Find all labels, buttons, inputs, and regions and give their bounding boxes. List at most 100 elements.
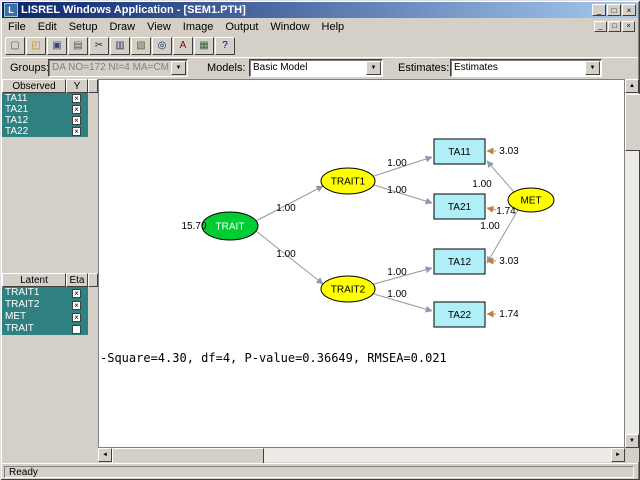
- y-checkbox[interactable]: ×: [72, 94, 81, 103]
- models-dropdown-arrow-icon[interactable]: ▼: [366, 61, 381, 75]
- coefficient-label-trait1-to-ta11: 1.00: [387, 158, 407, 169]
- eta-checkbox[interactable]: [72, 325, 81, 334]
- model-selector-row: Groups: DA NO=172 NI=4 MA=CM ▼ Models: B…: [2, 58, 638, 79]
- path-diagram: TRAITTRAIT1TRAIT2METTA11TA21TA12TA221.00…: [99, 80, 624, 447]
- coefficient-label-trait2-to-ta22: 1.00: [387, 289, 407, 300]
- models-dropdown[interactable]: Basic Model ▼: [249, 59, 383, 77]
- scroll-down-icon[interactable]: ▼: [625, 434, 639, 448]
- latent-row-trait2[interactable]: TRAIT2 ×: [2, 299, 88, 311]
- node-label-MET: MET: [520, 196, 541, 207]
- menu-draw[interactable]: Draw: [103, 20, 141, 34]
- options-icon[interactable]: ▦: [194, 37, 214, 55]
- open-file-icon[interactable]: ◰: [26, 37, 46, 55]
- latent-row-met[interactable]: MET ×: [2, 311, 88, 323]
- mdi-restore-button[interactable]: □: [608, 21, 621, 32]
- observed-row-ta21[interactable]: TA21 ×: [2, 104, 88, 115]
- observed-y-column-header[interactable]: Y: [66, 79, 88, 93]
- observed-column-header[interactable]: Observed: [2, 79, 66, 93]
- groups-label: Groups:: [10, 62, 49, 74]
- coefficient-label-trait2-to-ta12: 1.00: [387, 267, 407, 278]
- scroll-left-icon[interactable]: ◄: [98, 448, 112, 462]
- coefficient-label-error-ta11: 3.03: [499, 146, 519, 157]
- coefficient-label-met-to-ta12: 1.00: [480, 221, 500, 232]
- status-text: Ready: [4, 466, 634, 478]
- menu-file[interactable]: File: [2, 20, 32, 34]
- eta-checkbox[interactable]: ×: [72, 313, 81, 322]
- scrollbar-corner: [625, 448, 639, 462]
- node-label-TA11: TA11: [448, 147, 471, 158]
- variable-label: MET: [5, 311, 26, 322]
- toolbar: ▢◰▣▤✂▥▧◎A▦?: [2, 35, 638, 58]
- variable-label: TRAIT: [5, 323, 34, 334]
- coefficient-label-error-ta21: 1.74: [496, 206, 516, 217]
- font-icon[interactable]: A: [173, 37, 193, 55]
- observed-row-ta22[interactable]: TA22 ×: [2, 126, 88, 137]
- lisrel-window: L LISREL Windows Application - [SEM1.PTH…: [0, 0, 640, 480]
- window-title: LISREL Windows Application - [SEM1.PTH]: [21, 4, 588, 16]
- mdi-minimize-button[interactable]: _: [594, 21, 607, 32]
- horizontal-scroll-thumb[interactable]: [112, 448, 264, 464]
- path-arrow-error-ta21[interactable]: [487, 208, 496, 210]
- groups-dropdown[interactable]: DA NO=172 NI=4 MA=CM ▼: [48, 59, 188, 77]
- latent-row-trait1[interactable]: TRAIT1 ×: [2, 287, 88, 299]
- observed-row-ta12[interactable]: TA12 ×: [2, 115, 88, 126]
- menu-window[interactable]: Window: [264, 20, 315, 34]
- menu-view[interactable]: View: [141, 20, 177, 34]
- horizontal-scrollbar[interactable]: ◄ ►: [98, 448, 625, 462]
- y-checkbox[interactable]: ×: [72, 127, 81, 136]
- eta-checkbox[interactable]: ×: [72, 289, 81, 298]
- paste-icon[interactable]: ▧: [131, 37, 151, 55]
- coefficient-label-error-ta22: 1.74: [499, 309, 519, 320]
- latent-eta-column-header[interactable]: Eta: [66, 273, 88, 287]
- menu-output[interactable]: Output: [219, 20, 264, 34]
- menu-image[interactable]: Image: [177, 20, 220, 34]
- menu-setup[interactable]: Setup: [63, 20, 104, 34]
- models-label: Models:: [207, 62, 246, 74]
- latent-header-stub: [88, 273, 98, 287]
- coefficient-label-trait1-to-ta21: 1.00: [387, 185, 407, 196]
- coefficient-label-trait-to-trait1: 1.00: [276, 203, 296, 214]
- estimates-value: Estimates: [451, 60, 584, 76]
- new-document-icon[interactable]: ▢: [5, 37, 25, 55]
- observed-header-stub: [88, 79, 98, 93]
- groups-value: DA NO=172 NI=4 MA=CM: [49, 60, 170, 76]
- groups-dropdown-arrow-icon[interactable]: ▼: [171, 61, 186, 75]
- latent-column-header[interactable]: Latent: [2, 273, 66, 287]
- vertical-scrollbar[interactable]: ▲ ▼: [625, 79, 639, 448]
- node-label-TRAIT1: TRAIT1: [331, 177, 366, 188]
- coefficient-label-met-to-ta11: 1.00: [472, 179, 492, 190]
- scroll-right-icon[interactable]: ►: [611, 448, 625, 462]
- minimize-button[interactable]: _: [592, 4, 606, 16]
- latent-row-trait[interactable]: TRAIT: [2, 323, 88, 335]
- mdi-close-button[interactable]: ×: [622, 21, 635, 32]
- help-icon[interactable]: ?: [215, 37, 235, 55]
- menu-edit[interactable]: Edit: [32, 20, 63, 34]
- menu-help[interactable]: Help: [316, 20, 351, 34]
- scroll-up-icon[interactable]: ▲: [625, 79, 639, 93]
- variable-label: TRAIT2: [5, 299, 39, 310]
- print-icon[interactable]: ▤: [68, 37, 88, 55]
- vertical-scroll-thumb[interactable]: [625, 94, 640, 151]
- lisrel-app-icon: L: [4, 3, 18, 17]
- path-diagram-canvas[interactable]: TRAITTRAIT1TRAIT2METTA11TA21TA12TA221.00…: [98, 79, 625, 448]
- variable-label: TA11: [5, 93, 27, 104]
- save-icon[interactable]: ▣: [47, 37, 67, 55]
- node-label-TA22: TA22: [448, 310, 472, 321]
- zoom-icon[interactable]: ◎: [152, 37, 172, 55]
- observed-row-ta11[interactable]: TA11 ×: [2, 93, 88, 104]
- eta-checkbox[interactable]: ×: [72, 301, 81, 310]
- menu-bar: File Edit Setup Draw View Image Output W…: [2, 18, 638, 35]
- models-value: Basic Model: [250, 60, 365, 76]
- y-checkbox[interactable]: ×: [72, 105, 81, 114]
- cut-icon[interactable]: ✂: [89, 37, 109, 55]
- fit-statistics: -Square=4.30, df=4, P-value=0.36649, RMS…: [100, 351, 447, 365]
- estimates-dropdown-arrow-icon[interactable]: ▼: [585, 61, 600, 75]
- node-label-TRAIT: TRAIT: [216, 222, 245, 233]
- estimates-label: Estimates:: [398, 62, 449, 74]
- y-checkbox[interactable]: ×: [72, 116, 81, 125]
- maximize-button[interactable]: □: [607, 4, 621, 16]
- title-bar: L LISREL Windows Application - [SEM1.PTH…: [2, 2, 638, 18]
- close-button[interactable]: ×: [622, 4, 636, 16]
- copy-icon[interactable]: ▥: [110, 37, 130, 55]
- estimates-dropdown[interactable]: Estimates ▼: [450, 59, 602, 77]
